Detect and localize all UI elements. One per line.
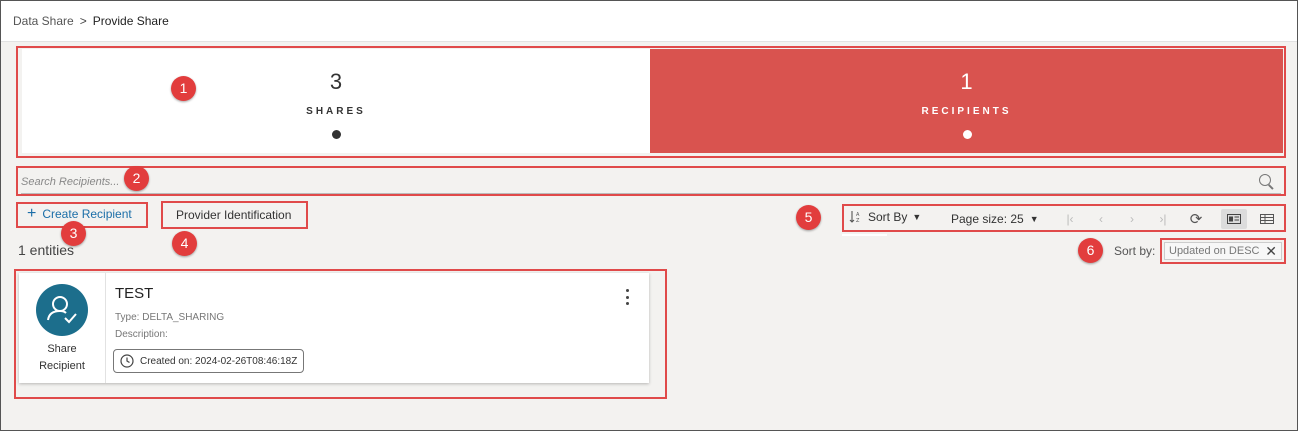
create-recipient-button[interactable]: + Create Recipient bbox=[27, 205, 132, 222]
recipients-dot-indicator bbox=[962, 130, 972, 139]
search-icon[interactable] bbox=[1259, 174, 1271, 186]
created-on-badge: Created on: 2024-02-26T08:46:18Z bbox=[113, 349, 305, 373]
app-frame: Data Share > Provide Share 3 SHARES 1 RE… bbox=[0, 0, 1298, 431]
create-recipient-label: Create Recipient bbox=[42, 207, 132, 221]
chevron-right-icon: > bbox=[79, 14, 87, 28]
card-description: Description: bbox=[115, 329, 168, 340]
shares-label: SHARES bbox=[306, 106, 366, 117]
sort-by-label: Sort By bbox=[868, 210, 908, 224]
entities-count: 1 entities bbox=[18, 242, 75, 258]
recipients-count: 1 bbox=[960, 69, 973, 94]
page-size-dropdown[interactable]: Page size: 25 ▼ bbox=[951, 212, 1039, 226]
first-page-icon[interactable]: |‹ bbox=[1057, 209, 1083, 229]
caret-down-icon: ▼ bbox=[1029, 214, 1039, 224]
provider-identification-button[interactable]: Provider Identification bbox=[176, 208, 291, 222]
breadcrumb-current: Provide Share bbox=[92, 14, 169, 28]
more-vertical-icon[interactable] bbox=[621, 289, 633, 305]
card-title[interactable]: TEST bbox=[115, 285, 153, 302]
sort-by-text: Sort by: bbox=[1114, 244, 1156, 258]
prev-page-icon[interactable]: ‹ bbox=[1088, 209, 1114, 229]
shares-dot-indicator bbox=[332, 130, 341, 139]
table-view-icon[interactable] bbox=[1254, 209, 1280, 229]
avatar-caption-line1: Share bbox=[47, 343, 77, 355]
header-bar: Data Share > Provide Share bbox=[1, 1, 1297, 42]
annotation-badge-4: 4 bbox=[172, 231, 197, 256]
avatar-caption-line2: Recipient bbox=[39, 360, 85, 372]
annotation-badge-2: 2 bbox=[124, 166, 149, 191]
svg-text:Z: Z bbox=[856, 218, 860, 224]
card-type: Type: DELTA_SHARING bbox=[115, 312, 225, 323]
card-avatar-section: Share Recipient bbox=[19, 273, 106, 383]
sort-underline bbox=[842, 234, 887, 236]
search-input[interactable] bbox=[21, 171, 1281, 194]
last-page-icon[interactable]: ›| bbox=[1150, 209, 1176, 229]
user-check-icon bbox=[47, 296, 77, 324]
caret-down-icon: ▼ bbox=[912, 212, 922, 222]
card-view-icon[interactable] bbox=[1221, 209, 1247, 229]
recipients-label: RECIPIENTS bbox=[921, 106, 1012, 117]
recipient-card[interactable]: Share Recipient TEST Type: DELTA_SHARING… bbox=[19, 273, 649, 383]
avatar bbox=[36, 284, 88, 336]
sort-icon: A Z bbox=[849, 211, 860, 224]
breadcrumb-root[interactable]: Data Share bbox=[13, 14, 74, 28]
clock-icon bbox=[120, 354, 134, 368]
shares-count: 3 bbox=[329, 69, 343, 94]
created-on-text: Created on: 2024-02-26T08:46:18Z bbox=[140, 355, 298, 367]
tile-recipients[interactable]: 1 RECIPIENTS bbox=[650, 49, 1283, 153]
breadcrumb: Data Share > Provide Share bbox=[13, 14, 169, 28]
sort-chip[interactable]: Updated on DESC ✕ bbox=[1164, 242, 1282, 260]
annotation-badge-6: 6 bbox=[1078, 238, 1103, 263]
close-icon[interactable]: ✕ bbox=[1265, 243, 1277, 260]
plus-icon: + bbox=[27, 205, 37, 222]
sort-chip-label: Updated on DESC bbox=[1169, 245, 1260, 257]
sort-by-dropdown[interactable]: A Z Sort By ▼ bbox=[849, 210, 921, 224]
annotation-badge-5: 5 bbox=[796, 205, 821, 230]
annotation-badge-1: 1 bbox=[171, 76, 196, 101]
refresh-icon[interactable]: ⟳ bbox=[1183, 209, 1209, 229]
page-size-label: Page size: 25 bbox=[951, 212, 1024, 226]
tile-shares[interactable]: 3 SHARES bbox=[22, 49, 650, 153]
next-page-icon[interactable]: › bbox=[1119, 209, 1145, 229]
